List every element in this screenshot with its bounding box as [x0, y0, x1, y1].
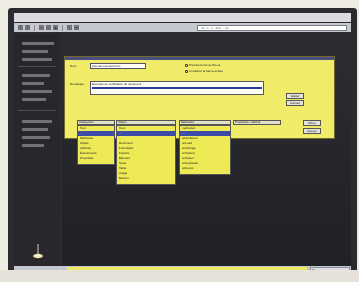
cancel-button[interactable]: Annuler: [286, 100, 304, 106]
comment-selection-highlight: [92, 87, 262, 89]
name-label: Nom: [70, 64, 77, 68]
sidebar-panel: [14, 34, 60, 266]
comment-label: Remarque: [70, 82, 85, 86]
object-dialog: Nom premier-exemple.htm Prendre la forme…: [64, 56, 335, 185]
sidebar-item[interactable]: [22, 74, 50, 77]
stop-icon[interactable]: [39, 25, 44, 30]
sidebar-divider: [18, 66, 56, 67]
ok-button[interactable]: Valider: [286, 93, 304, 99]
list-item[interactable]: Bouton: [117, 176, 175, 181]
print-icon[interactable]: [74, 25, 79, 30]
toolbar-divider: [62, 24, 63, 31]
page-margin: [0, 270, 359, 282]
list-item[interactable]: onFocus: [180, 166, 230, 171]
objects-list[interactable]: Tous...... Document Formulaire Fenêtre Éléme…: [116, 125, 176, 185]
radio-button-unchecked[interactable]: [185, 69, 188, 73]
radio-option-label: Prendre la forme Pré-ta: [189, 63, 221, 67]
home-icon[interactable]: [53, 25, 58, 30]
search-icon[interactable]: [67, 25, 72, 30]
radio-option-1[interactable]: Prendre la forme Pré-ta: [185, 63, 220, 67]
dialog-title-bar[interactable]: [65, 57, 334, 60]
properties-header[interactable]: Propriétés / attribut: [233, 120, 281, 125]
sidebar-item[interactable]: [22, 128, 48, 131]
sidebar-item[interactable]: [22, 50, 48, 53]
name-input[interactable]: premier-exemple.htm: [90, 63, 146, 69]
sidebar-item[interactable]: [22, 98, 46, 101]
reload-icon[interactable]: [46, 25, 51, 30]
radio-option-2[interactable]: Combiner la forme entrée: [185, 69, 223, 73]
sidebar-item[interactable]: [22, 42, 54, 45]
comment-text: Exemple de vérification du document: [92, 82, 142, 86]
forward-icon[interactable]: [25, 25, 30, 30]
categories-list[interactable]: Tout... Méthodes Objets Attributs Événements…: [77, 125, 115, 165]
sidebar-divider: [18, 110, 56, 111]
toolbar-divider: [34, 24, 35, 31]
sidebar-item[interactable]: [22, 144, 44, 147]
radio-button-checked[interactable]: [185, 63, 188, 67]
sidebar-item[interactable]: [22, 136, 50, 139]
filter-button[interactable]: Filtrer: [303, 120, 321, 126]
methods-list[interactable]: méthode1... actionEvent onLoad onChange onSu…: [179, 125, 231, 175]
address-field[interactable]: ..nc.../..../..../mo......w...: [197, 24, 347, 31]
menu-bar[interactable]: [14, 13, 351, 22]
sidebar-item[interactable]: [22, 120, 52, 123]
list-item[interactable]: Propriétés: [78, 156, 114, 161]
sidebar-item[interactable]: [22, 82, 44, 85]
radio-option-label: Combiner la forme entrée: [189, 69, 224, 73]
lamp-icon: [33, 244, 43, 259]
browser-toolbar: ..nc.../..../..../mo......w...: [14, 23, 351, 32]
sidebar-item[interactable]: [22, 90, 52, 93]
preview-button[interactable]: Aperçu: [303, 128, 321, 134]
comment-textarea[interactable]: Exemple de vérification du document: [90, 81, 264, 95]
back-icon[interactable]: [18, 25, 23, 30]
sidebar-item[interactable]: [22, 58, 52, 61]
